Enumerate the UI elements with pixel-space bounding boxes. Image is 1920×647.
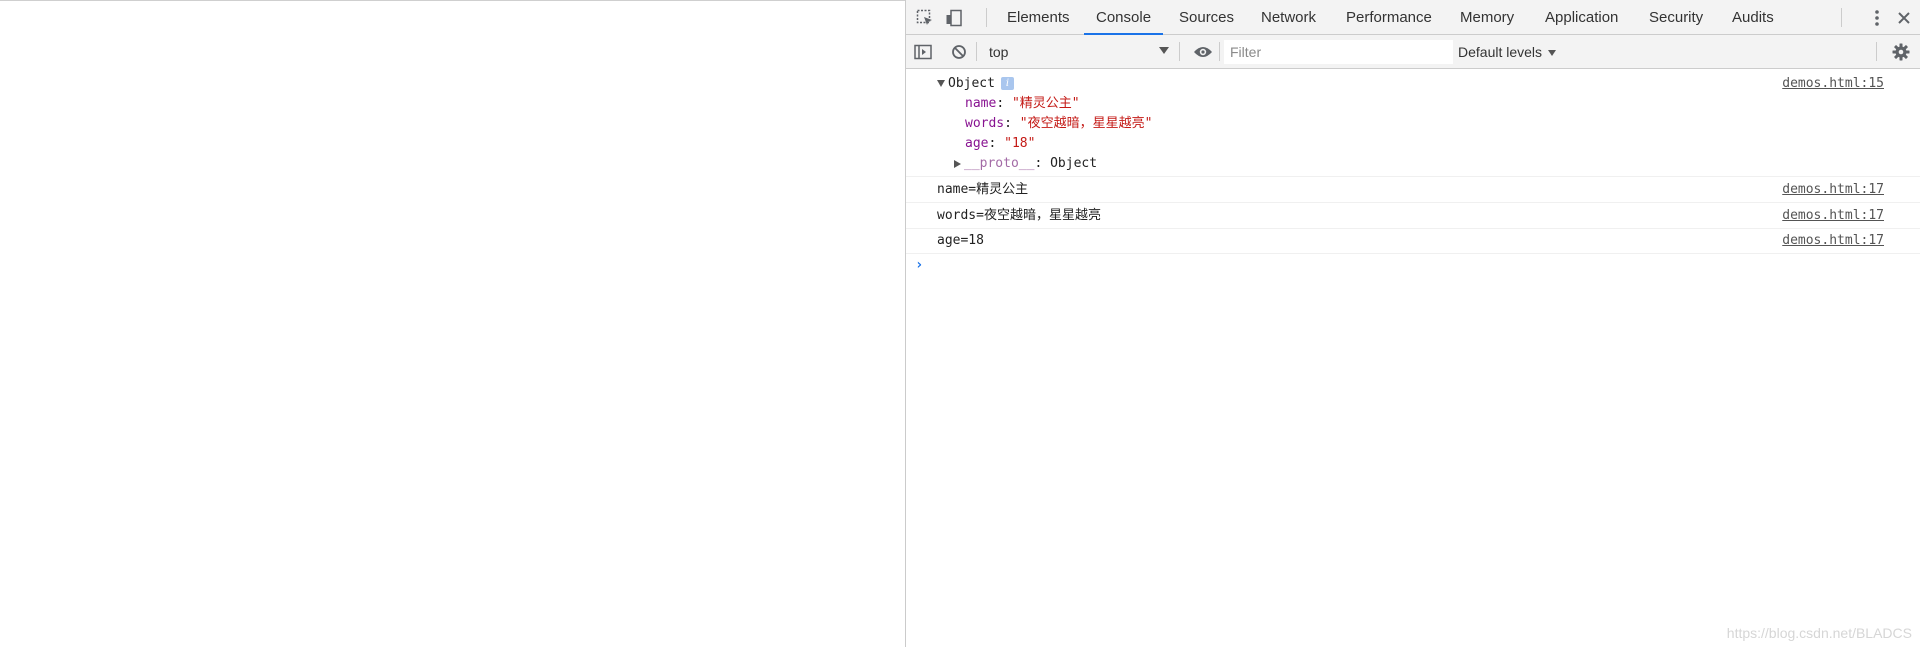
tabbar-separator (986, 8, 987, 27)
property-key: name (965, 96, 997, 111)
property-value: "夜空越暗，星星越亮" (1019, 116, 1153, 131)
object-summary[interactable]: Object i (937, 74, 1014, 94)
source-link[interactable]: demos.html:17 (1782, 231, 1884, 251)
source-link[interactable]: demos.html:15 (1782, 74, 1884, 94)
chevron-down-icon (1159, 47, 1169, 54)
tab-security[interactable]: Security (1649, 0, 1703, 35)
more-options-icon[interactable] (1865, 6, 1889, 30)
log-text: words=夜空越暗，星星越亮 (937, 208, 1101, 223)
devtools-panel: Elements Console Sources Network Perform… (905, 0, 1920, 647)
source-link[interactable]: demos.html:17 (1782, 180, 1884, 200)
source-link[interactable]: demos.html:17 (1782, 206, 1884, 226)
property-value: "精灵公主" (1011, 96, 1080, 111)
tab-performance[interactable]: Performance (1346, 0, 1432, 35)
console-message: name=精灵公主 demos.html:17 (906, 177, 1920, 203)
filter-input[interactable] (1224, 40, 1453, 64)
tab-network[interactable]: Network (1261, 0, 1316, 35)
tab-console[interactable]: Console (1084, 0, 1164, 35)
log-text: name=精灵公主 (937, 182, 1029, 197)
property-key: words (965, 116, 1005, 131)
toolbar-separator (976, 42, 977, 61)
object-property: age: "18" (965, 136, 1036, 151)
toolbar-separator (1219, 42, 1220, 61)
info-icon[interactable]: i (1000, 77, 1014, 90)
chevron-down-icon (1548, 50, 1557, 57)
page-viewport[interactable] (0, 0, 905, 647)
watermark: https://blog.csdn.net/BLADCS (1726, 625, 1912, 641)
tabbar-separator (1841, 8, 1842, 27)
log-levels-label: Default levels (1458, 44, 1543, 60)
tab-audits[interactable]: Audits (1732, 0, 1774, 35)
toolbar-separator (1876, 42, 1877, 61)
proto-key: __proto__ (964, 156, 1035, 171)
tab-sources[interactable]: Sources (1179, 0, 1234, 35)
toolbar-separator (1179, 42, 1180, 61)
console-toolbar: top Default levels (906, 35, 1920, 69)
console-message-object: Object i demos.html:15 name: "精灵公主" words… (906, 69, 1920, 177)
console-prompt[interactable]: › (915, 257, 923, 273)
show-sidebar-icon[interactable] (911, 40, 935, 64)
console-output: Object i demos.html:15 name: "精灵公主" words… (906, 69, 1920, 647)
inspect-element-icon[interactable] (913, 6, 937, 30)
screen: Elements Console Sources Network Perform… (0, 0, 1920, 647)
object-property: words: "夜空越暗，星星越亮" (965, 116, 1153, 131)
property-value: "18" (1004, 136, 1036, 151)
live-expression-eye-icon[interactable] (1191, 40, 1215, 64)
proto-row[interactable]: __proto__: Object (954, 154, 1097, 174)
close-icon[interactable] (1892, 6, 1916, 30)
expand-triangle-icon (954, 159, 961, 168)
expand-triangle-icon (937, 80, 945, 87)
context-selector[interactable]: top (989, 42, 1169, 62)
context-selector-value: top (989, 44, 1009, 60)
property-key: age (965, 136, 989, 151)
console-message: words=夜空越暗，星星越亮 demos.html:17 (906, 203, 1920, 229)
tab-application[interactable]: Application (1545, 0, 1618, 35)
tab-elements[interactable]: Elements (1007, 0, 1070, 35)
tab-memory[interactable]: Memory (1460, 0, 1514, 35)
proto-value: : Object (1034, 156, 1098, 171)
devtools-tabbar: Elements Console Sources Network Perform… (906, 0, 1920, 35)
device-toolbar-icon[interactable] (942, 6, 966, 30)
object-property: name: "精灵公主" (965, 96, 1080, 111)
console-message: age=18 demos.html:17 (906, 229, 1920, 254)
object-label: Object (948, 76, 995, 91)
log-levels-dropdown[interactable]: Default levels (1458, 42, 1557, 62)
gear-icon[interactable] (1889, 40, 1913, 64)
clear-console-icon[interactable] (947, 40, 971, 64)
log-text: age=18 (937, 233, 984, 248)
